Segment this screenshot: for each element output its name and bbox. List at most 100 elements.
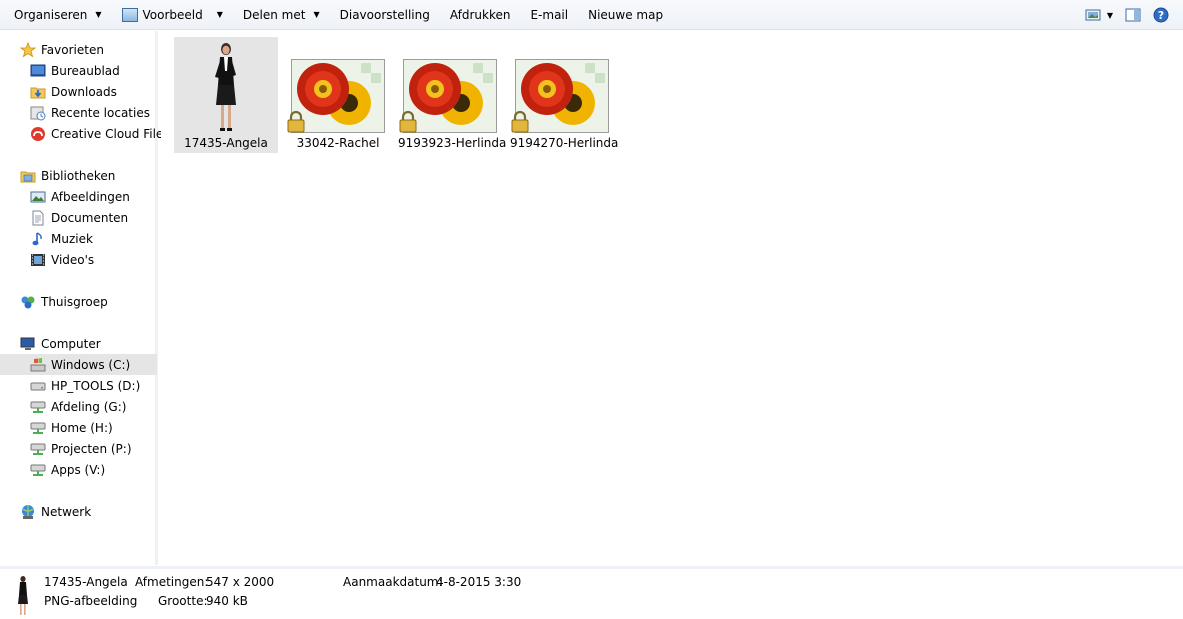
nav-label: Windows (C:) xyxy=(51,357,131,372)
nav-item-homegroup[interactable]: Thuisgroep xyxy=(20,291,108,312)
details-file-type: PNG-afbeelding xyxy=(44,594,138,608)
nav-item-videos[interactable]: Video's xyxy=(30,249,94,270)
chevron-down-icon[interactable]: ▼ xyxy=(1107,11,1113,20)
nav-item-downloads[interactable]: Downloads xyxy=(30,81,117,102)
preview-button[interactable]: Voorbeeld ▼ xyxy=(112,0,233,30)
file-item[interactable]: 9194270-Herlinda xyxy=(510,37,619,153)
lock-icon xyxy=(287,111,305,133)
lock-icon xyxy=(511,111,529,133)
dimensions-label: Afmetingen: xyxy=(135,575,209,589)
size-label: Grootte: xyxy=(158,594,208,608)
recent-places-icon xyxy=(30,106,46,120)
nav-label: Bibliotheken xyxy=(41,168,116,183)
nav-item-pictures[interactable]: Afbeeldingen xyxy=(30,186,130,207)
print-button[interactable]: Afdrukken xyxy=(440,0,521,30)
nav-label: Computer xyxy=(41,336,101,351)
print-label: Afdrukken xyxy=(449,7,511,22)
email-label: E-mail xyxy=(530,7,569,22)
nav-label: Video's xyxy=(51,252,95,267)
slideshow-label: Diavoorstelling xyxy=(339,7,430,22)
flower-thumbnail xyxy=(399,59,497,135)
nav-item-drive-p[interactable]: Projecten (P:) xyxy=(30,438,132,459)
nav-label: Favorieten xyxy=(41,42,104,57)
computer-icon xyxy=(20,337,35,350)
nav-item-network[interactable]: Netwerk xyxy=(20,501,91,522)
file-name: 17435-Angela xyxy=(184,136,268,150)
details-thumbnail xyxy=(18,576,28,615)
network-drive-icon xyxy=(30,443,46,455)
details-file-name: 17435-Angela xyxy=(44,575,128,589)
nav-item-drive-v[interactable]: Apps (V:) xyxy=(30,459,105,480)
network-drive-icon xyxy=(30,401,46,413)
file-item[interactable]: 17435-Angela xyxy=(174,37,278,153)
view-options-icon[interactable] xyxy=(1085,7,1101,23)
toolbar-right: ▼ ? xyxy=(1079,0,1183,30)
email-button[interactable]: E-mail xyxy=(520,0,578,30)
file-item[interactable]: 9193923-Herlinda xyxy=(398,37,507,153)
details-pane: 17435-Angela PNG-afbeelding Afmetingen: … xyxy=(0,566,1183,619)
file-name: 9193923-Herlinda xyxy=(398,136,507,150)
network-drive-icon xyxy=(30,422,46,434)
nav-label: Afdeling (G:) xyxy=(51,399,127,414)
nav-item-creative-cloud[interactable]: Creative Cloud Files xyxy=(30,123,170,144)
created-date-value: 4-8-2015 3:30 xyxy=(436,575,522,589)
preview-label: Voorbeeld xyxy=(142,7,203,22)
help-icon[interactable]: ? xyxy=(1153,7,1169,23)
nav-label: Recente locaties xyxy=(51,105,150,120)
chevron-down-icon: ▼ xyxy=(313,10,320,19)
flower-thumbnail xyxy=(287,59,385,135)
organize-button[interactable]: Organiseren ▼ xyxy=(0,0,112,30)
new-folder-button[interactable]: Nieuwe map xyxy=(578,0,673,30)
nav-label: HP_TOOLS (D:) xyxy=(51,378,141,393)
creative-cloud-icon xyxy=(31,126,45,141)
music-icon xyxy=(32,231,42,245)
lock-icon xyxy=(399,111,417,133)
pictures-icon xyxy=(30,191,46,202)
new-folder-label: Nieuwe map xyxy=(588,7,664,22)
file-list: 17435-Angela 33042-Rachel 9193923-Herlin… xyxy=(161,31,1183,565)
nav-item-desktop[interactable]: Bureaublad xyxy=(30,60,120,81)
nav-item-recent[interactable]: Recente locaties xyxy=(30,102,150,123)
nav-label: Creative Cloud Files xyxy=(51,126,170,141)
windows-drive-icon xyxy=(30,357,46,371)
preview-icon xyxy=(121,7,138,22)
nav-item-libraries[interactable]: Bibliotheken xyxy=(20,165,115,186)
nav-item-computer[interactable]: Computer xyxy=(20,333,101,354)
share-button[interactable]: Delen met ▼ xyxy=(233,0,330,30)
documents-icon xyxy=(32,210,44,225)
star-icon xyxy=(20,41,36,57)
navigation-pane: Favorieten Bureaublad Downloads Recente … xyxy=(0,31,170,565)
flower-thumbnail xyxy=(511,59,609,135)
homegroup-icon xyxy=(21,296,35,308)
created-date-label: Aanmaakdatum: xyxy=(343,575,443,589)
libraries-icon xyxy=(20,171,36,182)
command-bar: Organiseren ▼ Voorbeeld ▼ Delen met ▼ Di… xyxy=(0,0,1183,30)
file-name: 33042-Rachel xyxy=(296,136,380,150)
nav-item-documents[interactable]: Documenten xyxy=(30,207,128,228)
nav-label: Afbeeldingen xyxy=(51,189,130,204)
nav-item-drive-c[interactable]: Windows (C:) xyxy=(0,354,157,375)
network-drive-icon xyxy=(30,464,46,476)
nav-label: Apps (V:) xyxy=(51,462,106,477)
desktop-icon xyxy=(30,64,46,76)
downloads-folder-icon xyxy=(30,87,46,98)
nav-item-music[interactable]: Muziek xyxy=(30,228,93,249)
file-item[interactable]: 33042-Rachel xyxy=(286,37,390,153)
slideshow-button[interactable]: Diavoorstelling xyxy=(330,0,440,30)
nav-item-drive-g[interactable]: Afdeling (G:) xyxy=(30,396,126,417)
file-name: 9194270-Herlinda xyxy=(510,136,619,150)
person-thumbnail xyxy=(215,43,236,131)
nav-item-favorites[interactable]: Favorieten xyxy=(20,39,104,60)
organize-label: Organiseren xyxy=(14,7,88,22)
network-icon xyxy=(22,504,34,519)
chevron-down-icon: ▼ xyxy=(216,10,223,19)
preview-pane-icon[interactable] xyxy=(1125,7,1141,23)
nav-label: Muziek xyxy=(51,231,93,246)
chevron-down-icon: ▼ xyxy=(95,10,102,19)
dimensions-value: 547 x 2000 xyxy=(206,575,275,589)
nav-item-drive-h[interactable]: Home (H:) xyxy=(30,417,113,438)
nav-label: Thuisgroep xyxy=(41,294,108,309)
svg-text:?: ? xyxy=(1158,9,1164,22)
nav-item-drive-d[interactable]: HP_TOOLS (D:) xyxy=(30,375,140,396)
nav-label: Home (H:) xyxy=(51,420,113,435)
